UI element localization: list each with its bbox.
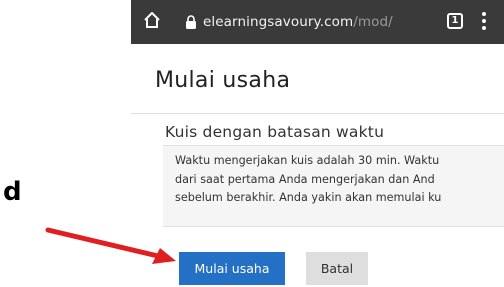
annotation-label: d: [3, 177, 22, 207]
cancel-button[interactable]: Batal: [306, 252, 368, 285]
tabs-icon[interactable]: 1: [447, 13, 463, 29]
url-host: elearningsavoury.com: [203, 14, 354, 30]
section-heading: Kuis dengan batasan waktu: [165, 123, 385, 141]
browser-toolbar: elearningsavoury.com/mod/ 1: [131, 0, 504, 44]
start-attempt-button[interactable]: Mulai usaha: [179, 252, 285, 285]
phone-screen: elearningsavoury.com/mod/ 1 Mulai usaha …: [131, 0, 504, 287]
url-text: elearningsavoury.com/mod/: [203, 14, 393, 30]
menu-icon[interactable]: [481, 12, 487, 32]
divider: [131, 113, 504, 114]
home-icon[interactable]: [143, 11, 161, 29]
lock-icon: [186, 15, 196, 29]
info-text: Waktu mengerjakan kuis adalah 30 min. Wa…: [175, 154, 442, 204]
address-bar[interactable]: elearningsavoury.com/mod/: [179, 8, 439, 36]
info-box: Waktu mengerjakan kuis adalah 30 min. Wa…: [163, 145, 504, 227]
page-title: Mulai usaha: [155, 68, 291, 93]
url-path: /mod/: [353, 14, 393, 30]
